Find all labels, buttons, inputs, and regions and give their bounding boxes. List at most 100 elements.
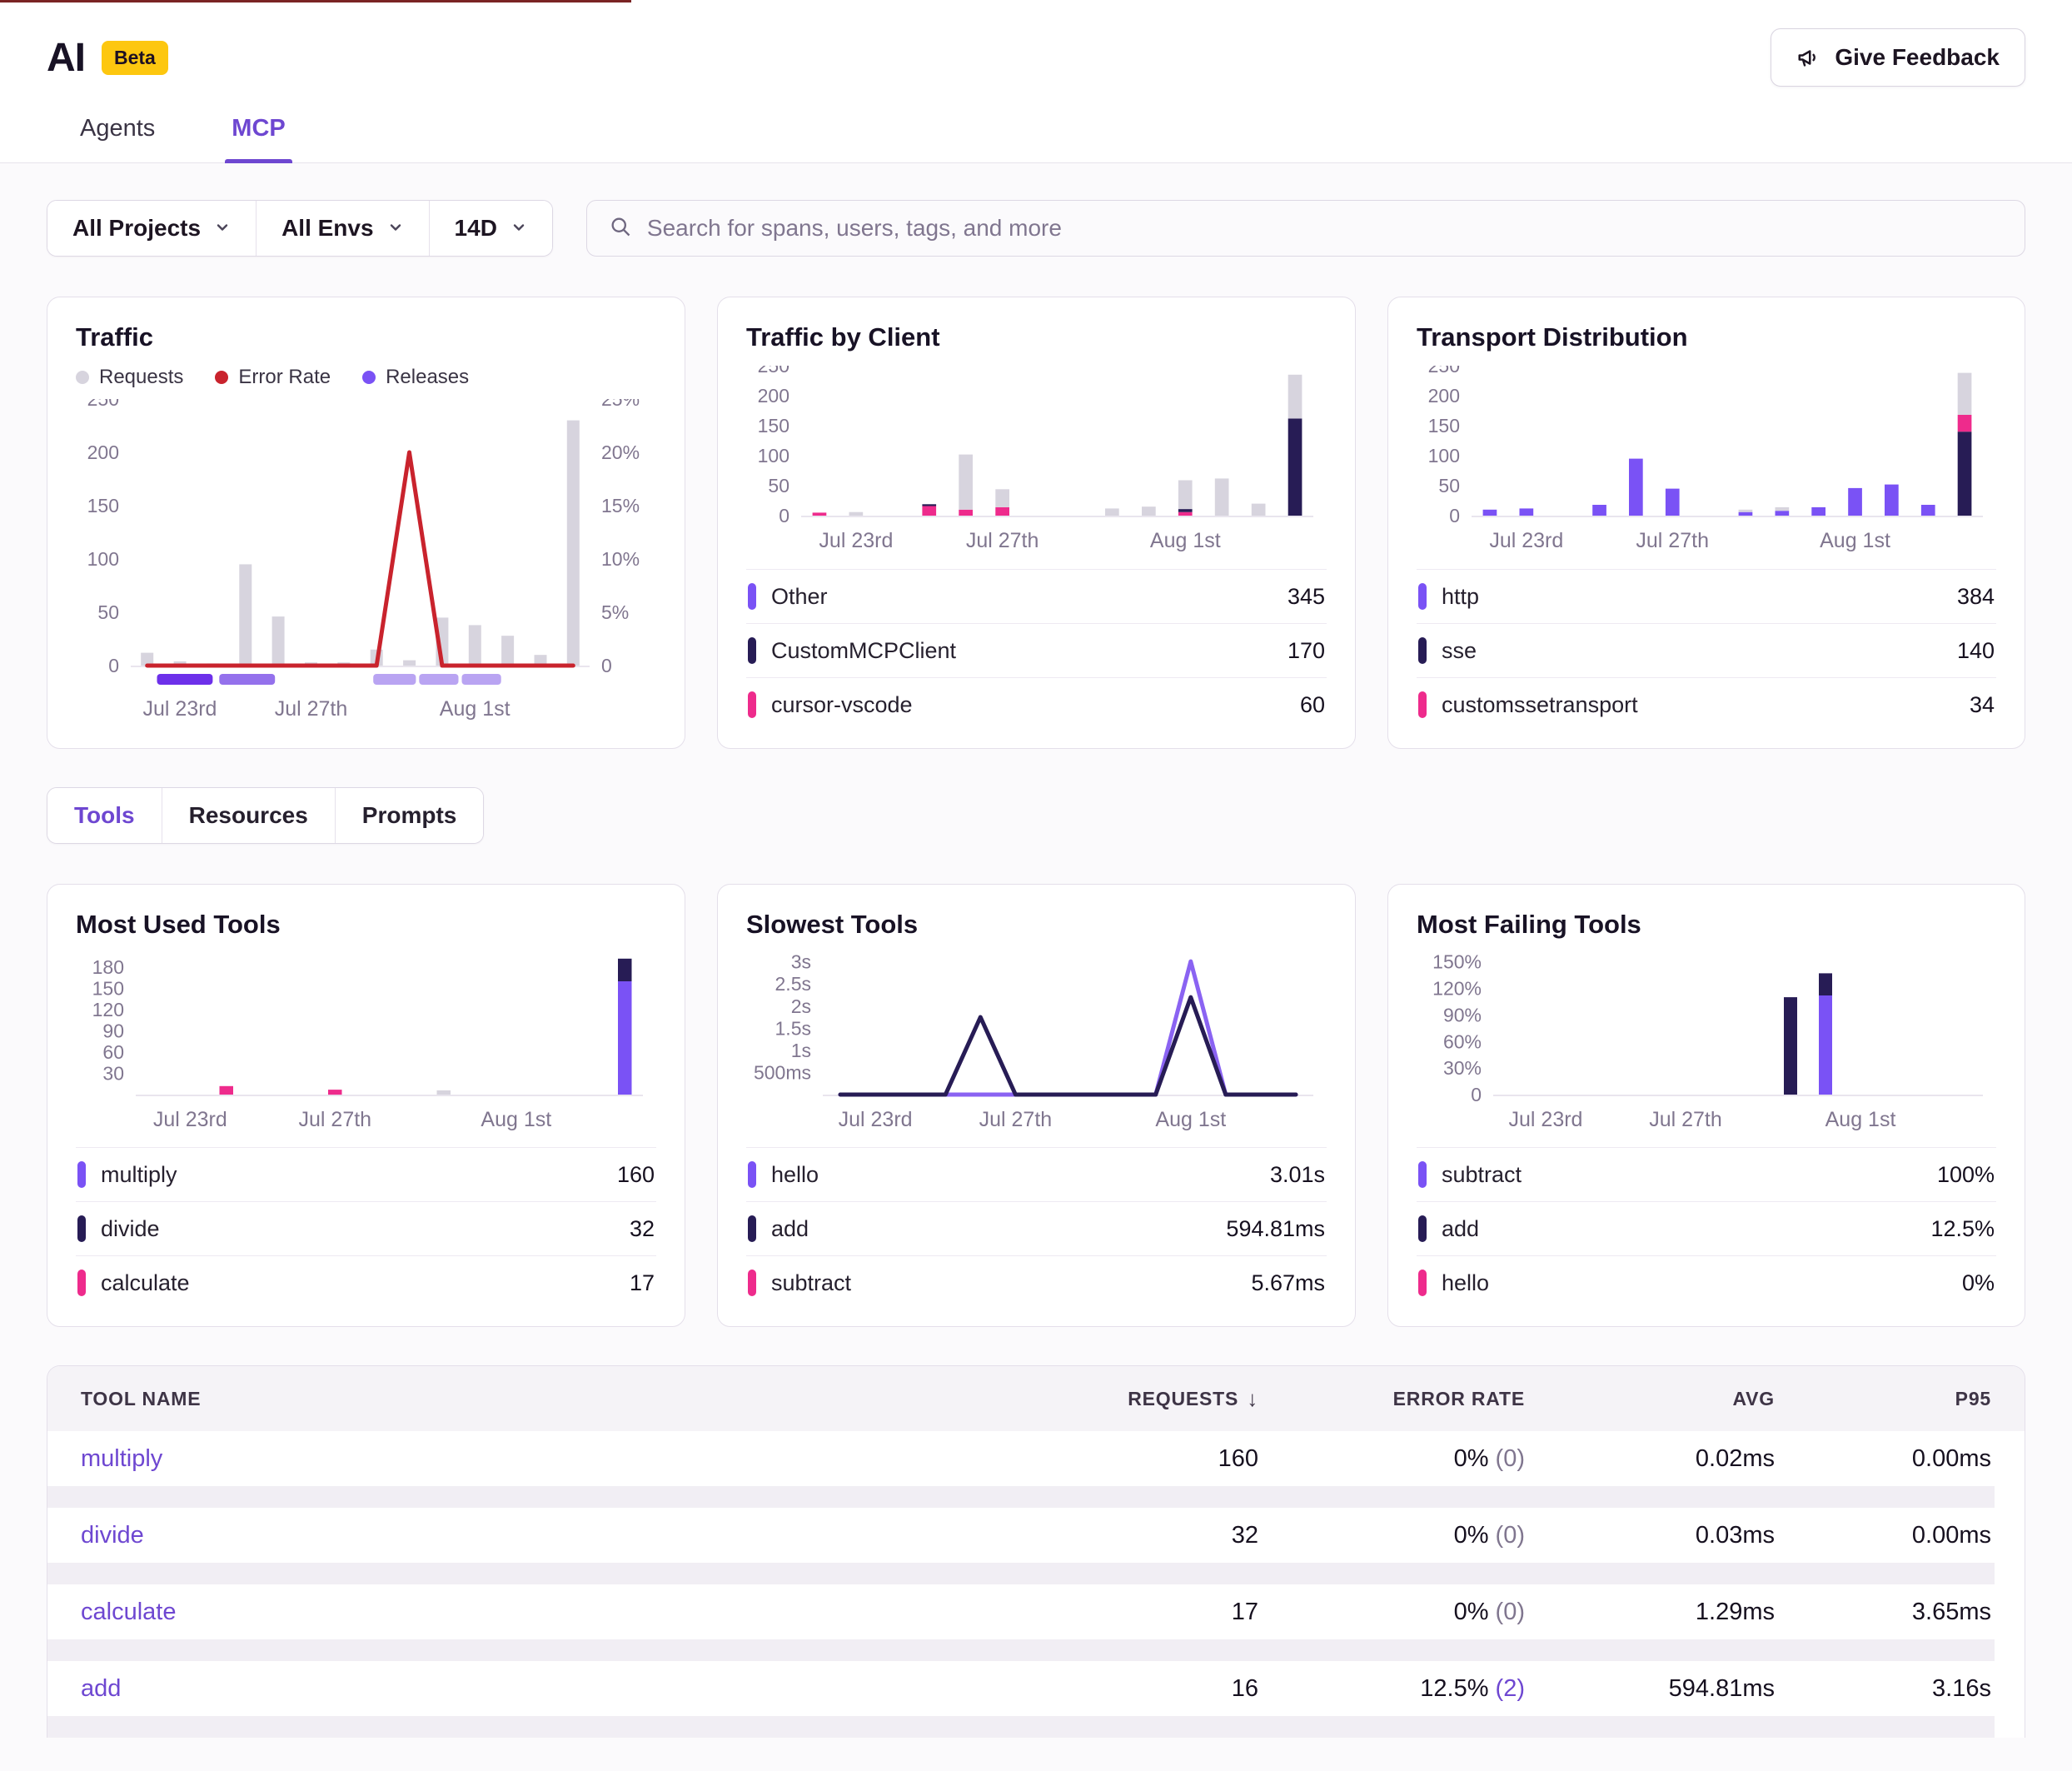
- p95-cell: 0.00ms: [1775, 1445, 1991, 1473]
- sort-desc-icon: ↓: [1247, 1386, 1258, 1412]
- svg-text:90%: 90%: [1443, 1004, 1482, 1025]
- tab-mcp[interactable]: MCP: [228, 103, 288, 162]
- transport-list: http 384 sse 140 customssetransport 34: [1417, 564, 1996, 731]
- traffic-chart[interactable]: 25020015010050025%20%15%10%5%0Jul 23rdJu…: [76, 399, 656, 731]
- list-item[interactable]: add 12.5%: [1417, 1201, 1996, 1255]
- column-header-requests[interactable]: REQUESTS ↓: [1009, 1386, 1258, 1412]
- most-used-tools-card: Most Used Tools 180150120906030Jul 23rdJ…: [47, 884, 685, 1327]
- legend-item-error-rate[interactable]: Error Rate: [215, 366, 331, 389]
- slowest-list: hello 3.01s add 594.81ms subtract 5.67ms: [746, 1142, 1327, 1310]
- list-item[interactable]: subtract 5.67ms: [746, 1255, 1327, 1310]
- section-tabs: Tools Resources Prompts: [47, 787, 484, 844]
- tab-resources[interactable]: Resources: [162, 788, 335, 843]
- traffic-cards-row: Traffic Requests Error Rate Releases 250…: [47, 297, 2025, 749]
- svg-text:Jul 23rd: Jul 23rd: [1489, 529, 1563, 552]
- svg-text:0: 0: [1449, 505, 1460, 526]
- requests-cell: 32: [1009, 1522, 1258, 1549]
- series-pill-icon: [77, 1215, 86, 1242]
- filter-bar: All Projects All Envs 14D: [47, 200, 2025, 257]
- list-item[interactable]: CustomMCPClient 170: [746, 623, 1327, 677]
- svg-text:Jul 27th: Jul 27th: [275, 697, 348, 721]
- legend-item-releases[interactable]: Releases: [362, 366, 469, 389]
- error-rate-cell: 12.5% (2): [1258, 1675, 1525, 1703]
- svg-text:50: 50: [768, 475, 789, 496]
- svg-text:250: 250: [87, 399, 119, 410]
- row-stripe: [47, 1639, 1995, 1661]
- column-header-avg[interactable]: AVG: [1525, 1388, 1775, 1410]
- list-item[interactable]: sse 140: [1417, 623, 1996, 677]
- most-failing-tools-chart[interactable]: 150%120%90%60%30%0Jul 23rdJul 27thAug 1s…: [1417, 953, 1996, 1142]
- svg-text:180: 180: [92, 956, 124, 978]
- svg-text:60%: 60%: [1443, 1030, 1482, 1052]
- row-stripe: [47, 1716, 1995, 1738]
- tool-link[interactable]: calculate: [81, 1599, 176, 1625]
- tab-prompts[interactable]: Prompts: [335, 788, 484, 843]
- list-item[interactable]: http 384: [1417, 569, 1996, 623]
- series-pill-icon: [748, 1161, 756, 1188]
- svg-text:Aug 1st: Aug 1st: [440, 697, 511, 721]
- svg-text:150%: 150%: [1432, 953, 1482, 973]
- avg-cell: 594.81ms: [1525, 1675, 1775, 1703]
- table-row: divide 32 0% (0) 0.03ms 0.00ms: [47, 1508, 2025, 1563]
- card-title: Transport Distribution: [1417, 322, 1996, 352]
- search-input[interactable]: [647, 215, 2003, 242]
- error-rate-cell: 0% (0): [1258, 1522, 1525, 1549]
- svg-text:250: 250: [1428, 366, 1460, 377]
- chevron-down-icon: [511, 215, 527, 242]
- series-pill-icon: [1418, 1161, 1427, 1188]
- tool-link[interactable]: multiply: [81, 1445, 162, 1472]
- most-used-tools-chart[interactable]: 180150120906030Jul 23rdJul 27thAug 1st: [76, 953, 656, 1142]
- list-item[interactable]: hello 0%: [1417, 1255, 1996, 1310]
- list-item[interactable]: calculate 17: [76, 1255, 656, 1310]
- project-filter-button[interactable]: All Projects: [47, 201, 256, 256]
- svg-text:150: 150: [758, 415, 789, 437]
- requests-dot-icon: [76, 371, 89, 384]
- list-item[interactable]: subtract 100%: [1417, 1147, 1996, 1201]
- traffic-legend: Requests Error Rate Releases: [76, 366, 656, 389]
- list-item[interactable]: cursor-vscode 60: [746, 677, 1327, 731]
- most-failing-tools-card: Most Failing Tools 150%120%90%60%30%0Jul…: [1387, 884, 2025, 1327]
- env-filter-button[interactable]: All Envs: [256, 201, 428, 256]
- search-icon: [609, 215, 632, 242]
- avg-cell: 1.29ms: [1525, 1599, 1775, 1626]
- card-title: Slowest Tools: [746, 910, 1327, 940]
- column-header-error-rate[interactable]: ERROR RATE: [1258, 1388, 1525, 1410]
- requests-cell: 17: [1009, 1599, 1258, 1626]
- svg-text:3s: 3s: [791, 953, 811, 973]
- p95-cell: 3.65ms: [1775, 1599, 1991, 1626]
- svg-text:5%: 5%: [601, 601, 629, 623]
- give-feedback-button[interactable]: Give Feedback: [1771, 28, 2025, 87]
- list-item[interactable]: add 594.81ms: [746, 1201, 1327, 1255]
- slowest-tools-chart[interactable]: 3s2.5s2s1.5s1s500msJul 23rdJul 27thAug 1…: [746, 953, 1327, 1142]
- date-range-button[interactable]: 14D: [429, 201, 552, 256]
- traffic-by-client-chart[interactable]: 250200150100500Jul 23rdJul 27thAug 1st: [746, 366, 1327, 563]
- p95-cell: 0.00ms: [1775, 1522, 1991, 1549]
- series-pill-icon: [1418, 1270, 1427, 1296]
- svg-text:25%: 25%: [601, 399, 640, 410]
- tool-link[interactable]: divide: [81, 1522, 144, 1549]
- list-item[interactable]: multiply 160: [76, 1147, 656, 1201]
- svg-text:50: 50: [97, 601, 119, 623]
- tab-tools[interactable]: Tools: [47, 788, 162, 843]
- tab-agents[interactable]: Agents: [77, 103, 158, 162]
- svg-text:100: 100: [1428, 445, 1460, 466]
- transport-chart[interactable]: 250200150100500Jul 23rdJul 27thAug 1st: [1417, 366, 1996, 563]
- row-stripe: [47, 1486, 1995, 1508]
- chevron-down-icon: [387, 215, 404, 242]
- list-item[interactable]: hello 3.01s: [746, 1147, 1327, 1201]
- list-item[interactable]: customssetransport 34: [1417, 677, 1996, 731]
- legend-item-requests[interactable]: Requests: [76, 366, 183, 389]
- svg-text:60: 60: [102, 1041, 124, 1063]
- list-item[interactable]: divide 32: [76, 1201, 656, 1255]
- column-header-p95[interactable]: P95: [1775, 1388, 1991, 1410]
- card-title: Traffic: [76, 322, 656, 352]
- search-box: [586, 200, 2025, 257]
- list-item[interactable]: Other 345: [746, 569, 1327, 623]
- requests-cell: 160: [1009, 1445, 1258, 1473]
- client-list: Other 345 CustomMCPClient 170 cursor-vsc…: [746, 564, 1327, 731]
- page-header: AI Beta Give Feedback Agents MCP: [0, 0, 2072, 163]
- column-header-tool-name[interactable]: TOOL NAME: [81, 1388, 1009, 1410]
- p95-cell: 3.16s: [1775, 1675, 1991, 1703]
- tool-link[interactable]: add: [81, 1675, 121, 1702]
- requests-cell: 16: [1009, 1675, 1258, 1703]
